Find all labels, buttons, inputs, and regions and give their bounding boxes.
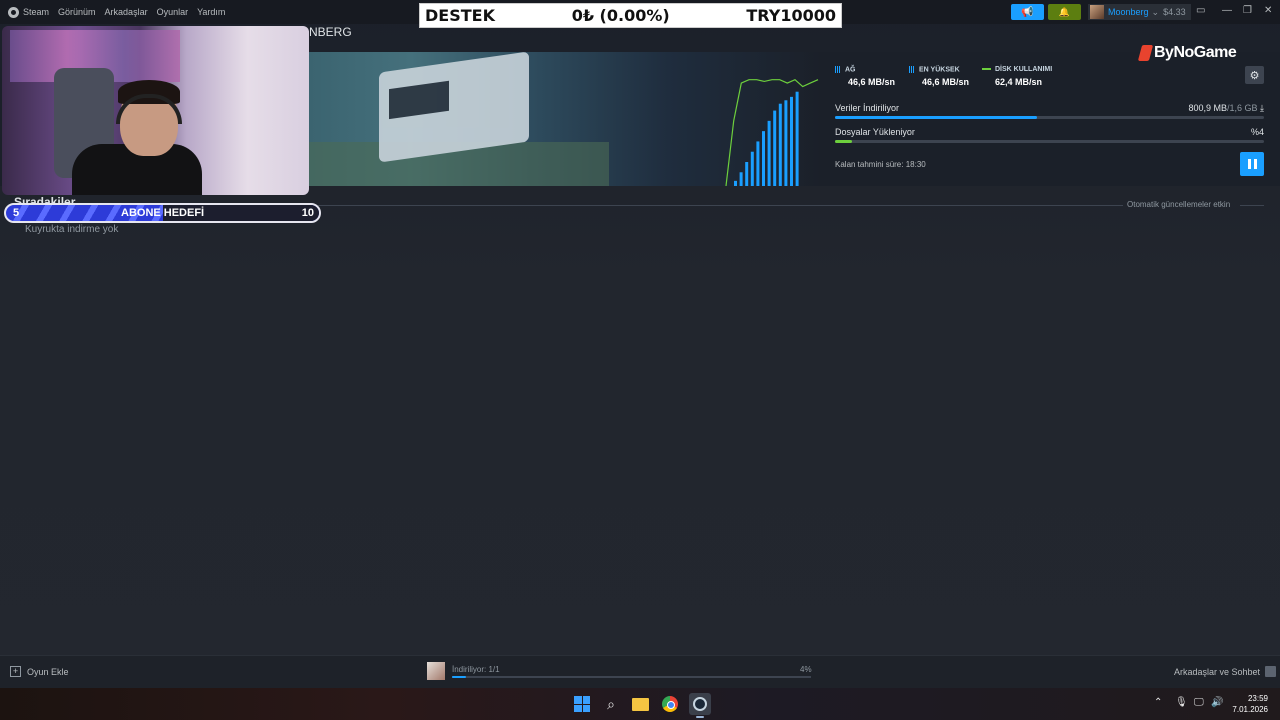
eta-text: Kalan tahmini süre: 18:30	[835, 160, 926, 169]
download-progress-fill	[835, 116, 1037, 119]
graph-bar	[762, 131, 765, 186]
download-status[interactable]: İndiriliyor: 1/1	[452, 665, 500, 674]
download-percent: 4%	[800, 665, 812, 674]
menu-help[interactable]: Yardım	[197, 7, 225, 17]
divider	[318, 205, 1123, 206]
menu-view[interactable]: Görünüm	[58, 7, 96, 17]
stat-peak-value: 46,6 MB/sn	[922, 77, 970, 88]
menu-steam[interactable]: Steam	[8, 6, 49, 18]
subscriber-goal-bar: 5 ABONE HEDEFİ 10	[4, 203, 321, 223]
download-size: 800,9 MB/1,6 GB ⤓	[1188, 103, 1264, 113]
avatar	[1090, 5, 1104, 19]
file-explorer-icon[interactable]	[630, 694, 650, 714]
menu-friends[interactable]: Arkadaşlar	[105, 7, 148, 17]
add-game-button[interactable]: + Oyun Ekle	[10, 666, 69, 677]
line-icon	[982, 68, 991, 71]
stat-disk-value: 62,4 MB/sn	[995, 77, 1043, 87]
disk-usage-line	[725, 78, 819, 186]
graph-bar	[739, 172, 743, 186]
folder-icon	[631, 697, 649, 711]
pause-button[interactable]	[1240, 152, 1264, 176]
nav-username-partial: NBERG	[309, 25, 352, 39]
donation-goal: TRY10000	[746, 6, 836, 25]
install-percent: %4	[1250, 127, 1264, 137]
graph-bar	[795, 91, 799, 186]
donation-amount: 0₺ (0.00%)	[571, 6, 670, 25]
graph-bar	[773, 110, 777, 186]
graph-bar	[767, 120, 771, 186]
download-progress-bar	[835, 116, 1264, 119]
bandwidth-graph	[725, 78, 819, 186]
webcam-overlay	[2, 26, 309, 195]
steam-taskbar-icon[interactable]	[689, 693, 711, 715]
active-app-indicator	[696, 716, 704, 718]
system-clock[interactable]: 23:59 7.01.2026	[1232, 693, 1268, 715]
bars-icon	[909, 66, 915, 73]
goal-target: 10	[301, 207, 314, 219]
graph-bar	[778, 103, 782, 186]
goal-current: 5	[13, 207, 20, 219]
announcements-button[interactable]: 📢	[1011, 4, 1044, 20]
start-button[interactable]	[572, 694, 592, 714]
stat-disk: DİSK KULLANIMI 62,4 MB/sn	[982, 66, 1052, 87]
divider	[1240, 205, 1264, 206]
stat-network: AĞ 46,6 MB/sn	[835, 66, 895, 87]
bynogame-bolt-icon	[1137, 45, 1154, 61]
restore-icon[interactable]: ❐	[1243, 5, 1252, 16]
close-icon[interactable]: ✕	[1264, 5, 1272, 16]
bell-icon: 🔔	[1058, 6, 1071, 17]
volume-icon[interactable]: 🔊	[1211, 697, 1223, 708]
big-picture-icon[interactable]: ▭	[1196, 5, 1205, 16]
notifications-button[interactable]: 🔔	[1048, 4, 1081, 20]
download-arrow-icon: ⤓	[1260, 103, 1264, 113]
graph-bar	[750, 151, 754, 186]
megaphone-icon: 📢	[1021, 6, 1034, 18]
menu-games[interactable]: Oyunlar	[157, 7, 189, 17]
plus-icon: +	[10, 666, 21, 677]
chevron-up-icon[interactable]: ⌃	[1154, 697, 1162, 708]
clock-date: 7.01.2026	[1232, 705, 1268, 714]
install-label: Dosyalar Yükleniyor	[835, 127, 915, 137]
account-menu[interactable]: Moonberg ⌄ $4.33	[1088, 4, 1191, 20]
graph-bar	[784, 100, 788, 186]
graph-bar	[756, 141, 760, 186]
install-progress-fill	[835, 140, 853, 143]
minimize-icon[interactable]: —	[1222, 5, 1232, 16]
donation-label: DESTEK	[425, 6, 495, 25]
username: Moonberg	[1108, 7, 1149, 17]
stat-network-value: 46,6 MB/sn	[848, 77, 896, 88]
graph-bar	[734, 180, 737, 186]
download-label: Veriler İndiriliyor	[835, 103, 900, 113]
download-thumbnail[interactable]	[427, 662, 445, 680]
friends-chat-button[interactable]: Arkadaşlar ve Sohbet	[1174, 666, 1277, 677]
network-icon[interactable]: 🖵	[1194, 697, 1204, 708]
bars-icon	[835, 66, 841, 73]
windows-logo-icon	[574, 696, 590, 712]
download-settings-button[interactable]: ⚙	[1245, 66, 1264, 84]
donation-banner: DESTEK 0₺ (0.00%) TRY10000	[419, 3, 842, 28]
steam-logo-icon	[8, 6, 19, 18]
bottom-download-bar	[452, 676, 811, 678]
chrome-logo	[662, 696, 678, 712]
queue-empty-text: Kuyrukta indirme yok	[25, 224, 119, 235]
bottom-download-fill	[452, 676, 467, 678]
graph-bar	[745, 162, 749, 186]
search-icon[interactable]: ⌕	[601, 694, 621, 714]
bynogame-logo: ByNoGame	[1137, 44, 1237, 62]
clock-time: 23:59	[1247, 694, 1268, 703]
gear-icon: ⚙	[1249, 69, 1260, 82]
graph-bar	[790, 96, 793, 186]
steam-logo	[693, 697, 707, 711]
bottom-bar	[0, 655, 1280, 688]
install-progress-bar	[835, 140, 1264, 143]
chrome-icon[interactable]	[660, 694, 680, 714]
auto-update-status[interactable]: Otomatik güncellemeler etkin	[1127, 200, 1230, 209]
stat-peak: EN YÜKSEK 46,6 MB/sn	[909, 66, 969, 87]
chat-icon	[1265, 666, 1277, 677]
chevron-down-icon: ⌄	[1151, 6, 1160, 17]
goal-title: ABONE HEDEFİ	[121, 207, 205, 219]
microphone-icon[interactable]: 🎙	[1175, 697, 1188, 708]
wallet-balance: $4.33	[1163, 7, 1186, 17]
